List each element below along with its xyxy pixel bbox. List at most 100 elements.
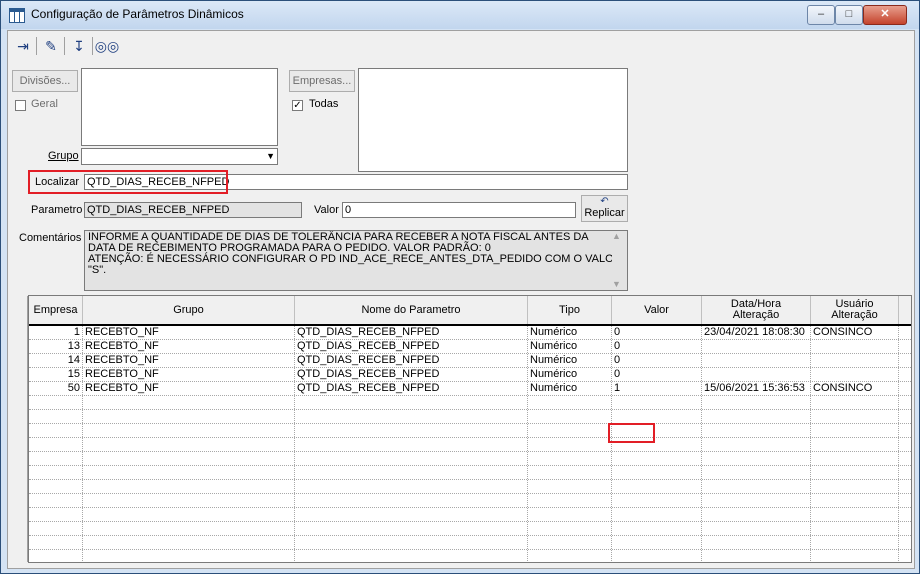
divisoes-button[interactable]: Divisões... bbox=[12, 70, 78, 92]
scroll-up-icon[interactable]: ▲ bbox=[612, 231, 621, 242]
cell-usuario[interactable] bbox=[811, 522, 899, 535]
cell-grupo[interactable] bbox=[83, 508, 295, 521]
cell-nome-parametro[interactable] bbox=[295, 522, 528, 535]
table-row[interactable] bbox=[29, 438, 911, 452]
grupo-select[interactable]: ▼ bbox=[81, 148, 278, 165]
edit-button[interactable]: ✎ bbox=[40, 35, 62, 57]
cell-usuario[interactable] bbox=[811, 452, 899, 465]
cell-nome-parametro[interactable] bbox=[295, 480, 528, 493]
cell-empresa[interactable] bbox=[29, 424, 83, 437]
cell-valor[interactable]: 0 bbox=[612, 354, 702, 367]
cell-usuario[interactable] bbox=[811, 536, 899, 549]
cell-tipo[interactable] bbox=[528, 508, 612, 521]
cell-usuario[interactable]: CONSINCO bbox=[811, 382, 899, 395]
cell-nome-parametro[interactable] bbox=[295, 410, 528, 423]
cell-nome-parametro[interactable] bbox=[295, 396, 528, 409]
cell-data-hora[interactable] bbox=[702, 522, 811, 535]
cell-tipo[interactable]: Numérico bbox=[528, 368, 612, 381]
cell-nome-parametro[interactable]: QTD_DIAS_RECEB_NFPED bbox=[295, 326, 528, 339]
cell-valor[interactable] bbox=[612, 452, 702, 465]
cell-grupo[interactable]: RECEBTO_NF bbox=[83, 326, 295, 339]
exit-button[interactable]: ⇥ bbox=[12, 35, 34, 57]
cell-empresa[interactable] bbox=[29, 494, 83, 507]
cell-tipo[interactable] bbox=[528, 536, 612, 549]
table-row[interactable] bbox=[29, 522, 911, 536]
cell-grupo[interactable] bbox=[83, 480, 295, 493]
cell-valor[interactable] bbox=[612, 410, 702, 423]
cell-empresa[interactable]: 15 bbox=[29, 368, 83, 381]
cell-data-hora[interactable] bbox=[702, 410, 811, 423]
cell-empresa[interactable] bbox=[29, 536, 83, 549]
cell-data-hora[interactable]: 23/04/2021 18:08:30 bbox=[702, 326, 811, 339]
cell-grupo[interactable] bbox=[83, 410, 295, 423]
table-row[interactable]: 13 RECEBTO_NF QTD_DIAS_RECEB_NFPED Numérico… bbox=[29, 340, 911, 354]
cell-grupo[interactable] bbox=[83, 494, 295, 507]
cell-valor[interactable]: 0 bbox=[612, 326, 702, 339]
table-row[interactable] bbox=[29, 494, 911, 508]
cell-grupo[interactable] bbox=[83, 550, 295, 562]
cell-usuario[interactable] bbox=[811, 424, 899, 437]
cell-tipo[interactable] bbox=[528, 410, 612, 423]
replicar-button[interactable]: ↶ Replicar bbox=[581, 195, 628, 222]
cell-data-hora[interactable] bbox=[702, 396, 811, 409]
save-button[interactable]: ↧ bbox=[68, 35, 90, 57]
divisoes-list[interactable] bbox=[81, 68, 278, 146]
cell-grupo[interactable]: RECEBTO_NF bbox=[83, 382, 295, 395]
cell-empresa[interactable] bbox=[29, 410, 83, 423]
cell-empresa[interactable] bbox=[29, 508, 83, 521]
cell-valor[interactable] bbox=[612, 536, 702, 549]
cell-valor[interactable] bbox=[612, 508, 702, 521]
cell-nome-parametro[interactable] bbox=[295, 550, 528, 562]
cell-tipo[interactable]: Numérico bbox=[528, 354, 612, 367]
header-grupo[interactable]: Grupo bbox=[83, 296, 295, 324]
cell-usuario[interactable] bbox=[811, 396, 899, 409]
cell-data-hora[interactable] bbox=[702, 536, 811, 549]
cell-data-hora[interactable] bbox=[702, 508, 811, 521]
cell-grupo[interactable]: RECEBTO_NF bbox=[83, 368, 295, 381]
table-row[interactable]: 15 RECEBTO_NF QTD_DIAS_RECEB_NFPED Numérico… bbox=[29, 368, 911, 382]
cell-nome-parametro[interactable] bbox=[295, 508, 528, 521]
cell-usuario[interactable] bbox=[811, 410, 899, 423]
cell-empresa[interactable]: 13 bbox=[29, 340, 83, 353]
cell-valor[interactable] bbox=[612, 480, 702, 493]
cell-data-hora[interactable] bbox=[702, 368, 811, 381]
table-row[interactable] bbox=[29, 508, 911, 522]
cell-usuario[interactable] bbox=[811, 354, 899, 367]
table-row[interactable] bbox=[29, 452, 911, 466]
cell-valor[interactable]: 0 bbox=[612, 368, 702, 381]
header-valor[interactable]: Valor bbox=[612, 296, 702, 324]
cell-data-hora[interactable] bbox=[702, 494, 811, 507]
table-row[interactable]: 1 RECEBTO_NF QTD_DIAS_RECEB_NFPED Numérico 0… bbox=[29, 326, 911, 340]
cell-nome-parametro[interactable]: QTD_DIAS_RECEB_NFPED bbox=[295, 368, 528, 381]
cell-nome-parametro[interactable]: QTD_DIAS_RECEB_NFPED bbox=[295, 354, 528, 367]
cell-nome-parametro[interactable] bbox=[295, 438, 528, 451]
cell-tipo[interactable] bbox=[528, 494, 612, 507]
cell-usuario[interactable] bbox=[811, 494, 899, 507]
cell-grupo[interactable] bbox=[83, 424, 295, 437]
cell-data-hora[interactable] bbox=[702, 550, 811, 562]
table-row[interactable] bbox=[29, 424, 911, 438]
cell-empresa[interactable]: 1 bbox=[29, 326, 83, 339]
cell-empresa[interactable] bbox=[29, 452, 83, 465]
cell-nome-parametro[interactable] bbox=[295, 466, 528, 479]
cell-tipo[interactable]: Numérico bbox=[528, 382, 612, 395]
cell-data-hora[interactable] bbox=[702, 480, 811, 493]
empresas-button[interactable]: Empresas... bbox=[289, 70, 355, 92]
empresas-list[interactable] bbox=[358, 68, 628, 172]
table-row[interactable]: 14 RECEBTO_NF QTD_DIAS_RECEB_NFPED Numérico… bbox=[29, 354, 911, 368]
valor-input[interactable]: 0 bbox=[342, 202, 576, 218]
title-bar[interactable]: Configuração de Parâmetros Dinâmicos – □… bbox=[1, 1, 919, 29]
cell-usuario[interactable] bbox=[811, 550, 899, 562]
cell-nome-parametro[interactable] bbox=[295, 536, 528, 549]
cell-data-hora[interactable] bbox=[702, 452, 811, 465]
cell-data-hora[interactable] bbox=[702, 466, 811, 479]
cell-data-hora[interactable]: 15/06/2021 15:36:53 bbox=[702, 382, 811, 395]
cell-usuario[interactable] bbox=[811, 368, 899, 381]
table-row[interactable]: 50 RECEBTO_NF QTD_DIAS_RECEB_NFPED Numérico… bbox=[29, 382, 911, 396]
cell-tipo[interactable] bbox=[528, 424, 612, 437]
maximize-button[interactable]: □ bbox=[835, 5, 863, 25]
cell-grupo[interactable] bbox=[83, 396, 295, 409]
cell-grupo[interactable] bbox=[83, 466, 295, 479]
cell-valor[interactable] bbox=[612, 494, 702, 507]
cell-valor[interactable] bbox=[612, 550, 702, 562]
